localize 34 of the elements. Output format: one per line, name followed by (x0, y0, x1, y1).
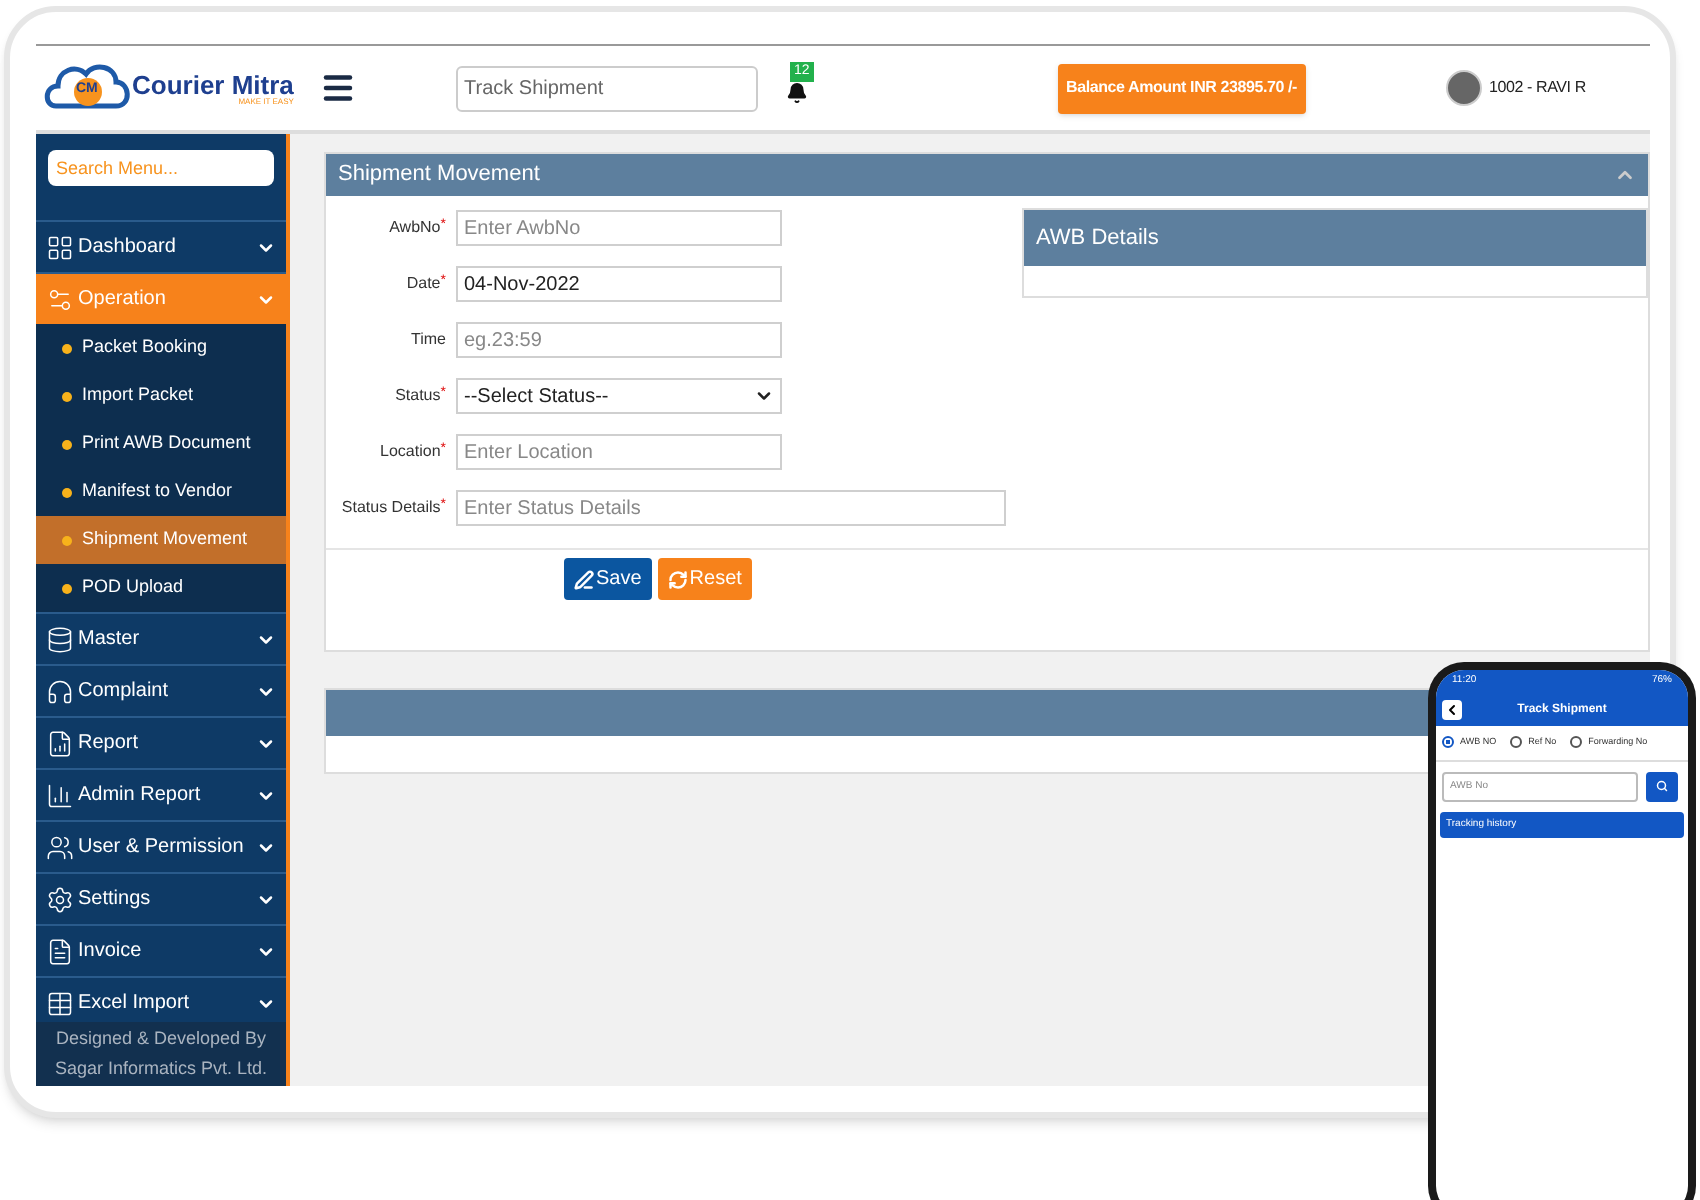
search-field[interactable]: Track Shipment (456, 65, 758, 111)
sidebar-item[interactable]: Complaint (36, 664, 286, 716)
field-label: AwbNo (389, 216, 441, 240)
awb-details-title: AWB Details (1024, 210, 1646, 266)
sidebar-item[interactable]: Admin Report (36, 768, 286, 820)
sidebar-item[interactable]: Report (36, 716, 286, 768)
brand-name: Courier Mitra (132, 71, 294, 97)
submenu-item[interactable]: Import Packet (36, 372, 286, 420)
submenu-item[interactable]: Packet Booking (36, 324, 286, 372)
submenu-item[interactable]: POD Upload (36, 564, 286, 612)
sidebar-item[interactable]: Invoice (36, 924, 286, 976)
sidebar-item[interactable]: Settings (36, 872, 286, 924)
save-button[interactable]: Save (564, 558, 652, 600)
input-field[interactable]: 04-Nov-2022 (456, 266, 782, 302)
footer-text: Designed & Developed By (55, 1026, 267, 1052)
input-field[interactable]: Enter Location (456, 434, 782, 470)
input-field[interactable]: Enter AwbNo (456, 210, 782, 246)
field-label: Date (406, 272, 441, 296)
submenu-item[interactable]: Shipment Movement (36, 516, 286, 564)
user-name[interactable]: 1002 - RAVI R (1489, 76, 1586, 100)
footer-text: Sagar Informatics Pvt. Ltd. (54, 1056, 268, 1082)
sidebar-item[interactable]: User & Permission (36, 820, 286, 872)
status-select[interactable]: --Select Status-- (456, 378, 782, 414)
field-label: Status Details (341, 496, 441, 520)
search-menu-field[interactable]: Search Menu... (48, 150, 274, 186)
card-title: Shipment Movement (338, 160, 542, 191)
submenu-item[interactable]: Manifest to Vendor (36, 468, 286, 516)
input-field[interactable]: Enter Status Details (456, 490, 1006, 526)
sidebar-item[interactable]: Master (36, 612, 286, 664)
field-label: Time (411, 328, 446, 352)
field-label: Status (395, 384, 441, 408)
submenu-item[interactable]: Print AWB Document (36, 420, 286, 468)
field-label: Location (380, 440, 441, 464)
input-field[interactable]: eg.23:59 (456, 322, 782, 358)
